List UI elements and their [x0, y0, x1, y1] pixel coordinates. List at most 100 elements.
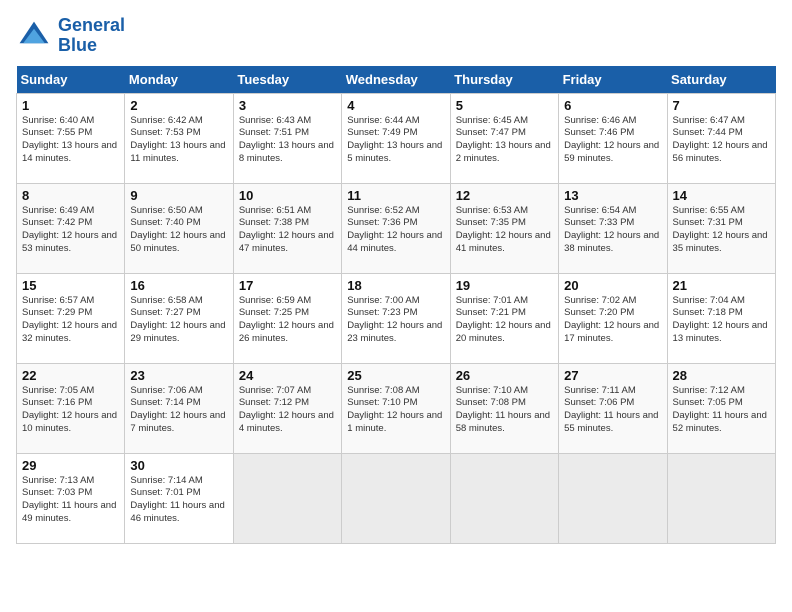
day-cell-19: 19 Sunrise: 7:01 AM Sunset: 7:21 PM Dayl…: [450, 273, 558, 363]
day-info: Sunrise: 6:54 AM Sunset: 7:33 PM Dayligh…: [564, 205, 661, 256]
day-number: 2: [130, 98, 227, 113]
day-cell-13: 13 Sunrise: 6:54 AM Sunset: 7:33 PM Dayl…: [559, 183, 667, 273]
day-number: 17: [239, 278, 336, 293]
header-wednesday: Wednesday: [342, 66, 450, 94]
day-cell-2: 2 Sunrise: 6:42 AM Sunset: 7:53 PM Dayli…: [125, 93, 233, 183]
day-info: Sunrise: 7:13 AM Sunset: 7:03 PM Dayligh…: [22, 475, 119, 526]
day-cell-15: 15 Sunrise: 6:57 AM Sunset: 7:29 PM Dayl…: [17, 273, 125, 363]
day-cell-8: 8 Sunrise: 6:49 AM Sunset: 7:42 PM Dayli…: [17, 183, 125, 273]
day-info: Sunrise: 7:06 AM Sunset: 7:14 PM Dayligh…: [130, 385, 227, 436]
day-cell-9: 9 Sunrise: 6:50 AM Sunset: 7:40 PM Dayli…: [125, 183, 233, 273]
empty-cell-w5-c4: [342, 453, 450, 543]
day-info: Sunrise: 7:12 AM Sunset: 7:05 PM Dayligh…: [673, 385, 770, 436]
day-number: 10: [239, 188, 336, 203]
header-thursday: Thursday: [450, 66, 558, 94]
day-info: Sunrise: 7:02 AM Sunset: 7:20 PM Dayligh…: [564, 295, 661, 346]
logo-icon: [16, 18, 52, 54]
day-cell-30: 30 Sunrise: 7:14 AM Sunset: 7:01 PM Dayl…: [125, 453, 233, 543]
day-number: 5: [456, 98, 553, 113]
day-cell-22: 22 Sunrise: 7:05 AM Sunset: 7:16 PM Dayl…: [17, 363, 125, 453]
day-number: 20: [564, 278, 661, 293]
day-info: Sunrise: 7:01 AM Sunset: 7:21 PM Dayligh…: [456, 295, 553, 346]
day-info: Sunrise: 6:53 AM Sunset: 7:35 PM Dayligh…: [456, 205, 553, 256]
day-info: Sunrise: 6:42 AM Sunset: 7:53 PM Dayligh…: [130, 115, 227, 166]
empty-cell-w5-c6: [559, 453, 667, 543]
day-number: 28: [673, 368, 770, 383]
day-number: 25: [347, 368, 444, 383]
calendar-table: Sunday Monday Tuesday Wednesday Thursday…: [16, 66, 776, 544]
day-number: 19: [456, 278, 553, 293]
day-cell-18: 18 Sunrise: 7:00 AM Sunset: 7:23 PM Dayl…: [342, 273, 450, 363]
header-saturday: Saturday: [667, 66, 775, 94]
empty-cell-w5-c3: [233, 453, 341, 543]
day-cell-26: 26 Sunrise: 7:10 AM Sunset: 7:08 PM Dayl…: [450, 363, 558, 453]
empty-cell-w5-c7: [667, 453, 775, 543]
day-info: Sunrise: 6:57 AM Sunset: 7:29 PM Dayligh…: [22, 295, 119, 346]
header-friday: Friday: [559, 66, 667, 94]
day-number: 11: [347, 188, 444, 203]
day-cell-20: 20 Sunrise: 7:02 AM Sunset: 7:20 PM Dayl…: [559, 273, 667, 363]
day-cell-17: 17 Sunrise: 6:59 AM Sunset: 7:25 PM Dayl…: [233, 273, 341, 363]
day-cell-28: 28 Sunrise: 7:12 AM Sunset: 7:05 PM Dayl…: [667, 363, 775, 453]
header-tuesday: Tuesday: [233, 66, 341, 94]
day-info: Sunrise: 7:11 AM Sunset: 7:06 PM Dayligh…: [564, 385, 661, 436]
logo: General Blue: [16, 16, 125, 56]
day-number: 22: [22, 368, 119, 383]
day-number: 13: [564, 188, 661, 203]
day-info: Sunrise: 7:08 AM Sunset: 7:10 PM Dayligh…: [347, 385, 444, 436]
day-cell-29: 29 Sunrise: 7:13 AM Sunset: 7:03 PM Dayl…: [17, 453, 125, 543]
day-cell-5: 5 Sunrise: 6:45 AM Sunset: 7:47 PM Dayli…: [450, 93, 558, 183]
week-row-5: 29 Sunrise: 7:13 AM Sunset: 7:03 PM Dayl…: [17, 453, 776, 543]
day-info: Sunrise: 7:00 AM Sunset: 7:23 PM Dayligh…: [347, 295, 444, 346]
day-info: Sunrise: 6:55 AM Sunset: 7:31 PM Dayligh…: [673, 205, 770, 256]
day-cell-16: 16 Sunrise: 6:58 AM Sunset: 7:27 PM Dayl…: [125, 273, 233, 363]
day-info: Sunrise: 7:07 AM Sunset: 7:12 PM Dayligh…: [239, 385, 336, 436]
day-number: 7: [673, 98, 770, 113]
page-header: General Blue: [16, 16, 776, 56]
day-info: Sunrise: 6:40 AM Sunset: 7:55 PM Dayligh…: [22, 115, 119, 166]
day-cell-6: 6 Sunrise: 6:46 AM Sunset: 7:46 PM Dayli…: [559, 93, 667, 183]
day-info: Sunrise: 6:50 AM Sunset: 7:40 PM Dayligh…: [130, 205, 227, 256]
week-row-3: 15 Sunrise: 6:57 AM Sunset: 7:29 PM Dayl…: [17, 273, 776, 363]
day-info: Sunrise: 7:10 AM Sunset: 7:08 PM Dayligh…: [456, 385, 553, 436]
day-number: 12: [456, 188, 553, 203]
day-cell-3: 3 Sunrise: 6:43 AM Sunset: 7:51 PM Dayli…: [233, 93, 341, 183]
day-info: Sunrise: 6:51 AM Sunset: 7:38 PM Dayligh…: [239, 205, 336, 256]
day-number: 21: [673, 278, 770, 293]
day-number: 6: [564, 98, 661, 113]
day-cell-1: 1 Sunrise: 6:40 AM Sunset: 7:55 PM Dayli…: [17, 93, 125, 183]
logo-text: General Blue: [58, 16, 125, 56]
day-cell-27: 27 Sunrise: 7:11 AM Sunset: 7:06 PM Dayl…: [559, 363, 667, 453]
day-cell-23: 23 Sunrise: 7:06 AM Sunset: 7:14 PM Dayl…: [125, 363, 233, 453]
day-info: Sunrise: 6:52 AM Sunset: 7:36 PM Dayligh…: [347, 205, 444, 256]
day-cell-14: 14 Sunrise: 6:55 AM Sunset: 7:31 PM Dayl…: [667, 183, 775, 273]
day-number: 1: [22, 98, 119, 113]
week-row-1: 1 Sunrise: 6:40 AM Sunset: 7:55 PM Dayli…: [17, 93, 776, 183]
day-number: 18: [347, 278, 444, 293]
day-number: 8: [22, 188, 119, 203]
day-cell-12: 12 Sunrise: 6:53 AM Sunset: 7:35 PM Dayl…: [450, 183, 558, 273]
day-number: 3: [239, 98, 336, 113]
weekday-header-row: Sunday Monday Tuesday Wednesday Thursday…: [17, 66, 776, 94]
empty-cell-w5-c5: [450, 453, 558, 543]
day-info: Sunrise: 6:59 AM Sunset: 7:25 PM Dayligh…: [239, 295, 336, 346]
week-row-4: 22 Sunrise: 7:05 AM Sunset: 7:16 PM Dayl…: [17, 363, 776, 453]
day-cell-4: 4 Sunrise: 6:44 AM Sunset: 7:49 PM Dayli…: [342, 93, 450, 183]
day-cell-11: 11 Sunrise: 6:52 AM Sunset: 7:36 PM Dayl…: [342, 183, 450, 273]
day-number: 9: [130, 188, 227, 203]
day-number: 24: [239, 368, 336, 383]
day-info: Sunrise: 6:49 AM Sunset: 7:42 PM Dayligh…: [22, 205, 119, 256]
day-info: Sunrise: 6:45 AM Sunset: 7:47 PM Dayligh…: [456, 115, 553, 166]
day-number: 29: [22, 458, 119, 473]
day-number: 15: [22, 278, 119, 293]
day-number: 26: [456, 368, 553, 383]
day-number: 23: [130, 368, 227, 383]
day-info: Sunrise: 6:46 AM Sunset: 7:46 PM Dayligh…: [564, 115, 661, 166]
day-cell-10: 10 Sunrise: 6:51 AM Sunset: 7:38 PM Dayl…: [233, 183, 341, 273]
day-cell-21: 21 Sunrise: 7:04 AM Sunset: 7:18 PM Dayl…: [667, 273, 775, 363]
day-info: Sunrise: 7:14 AM Sunset: 7:01 PM Dayligh…: [130, 475, 227, 526]
day-info: Sunrise: 6:58 AM Sunset: 7:27 PM Dayligh…: [130, 295, 227, 346]
day-number: 27: [564, 368, 661, 383]
day-number: 14: [673, 188, 770, 203]
day-info: Sunrise: 7:05 AM Sunset: 7:16 PM Dayligh…: [22, 385, 119, 436]
